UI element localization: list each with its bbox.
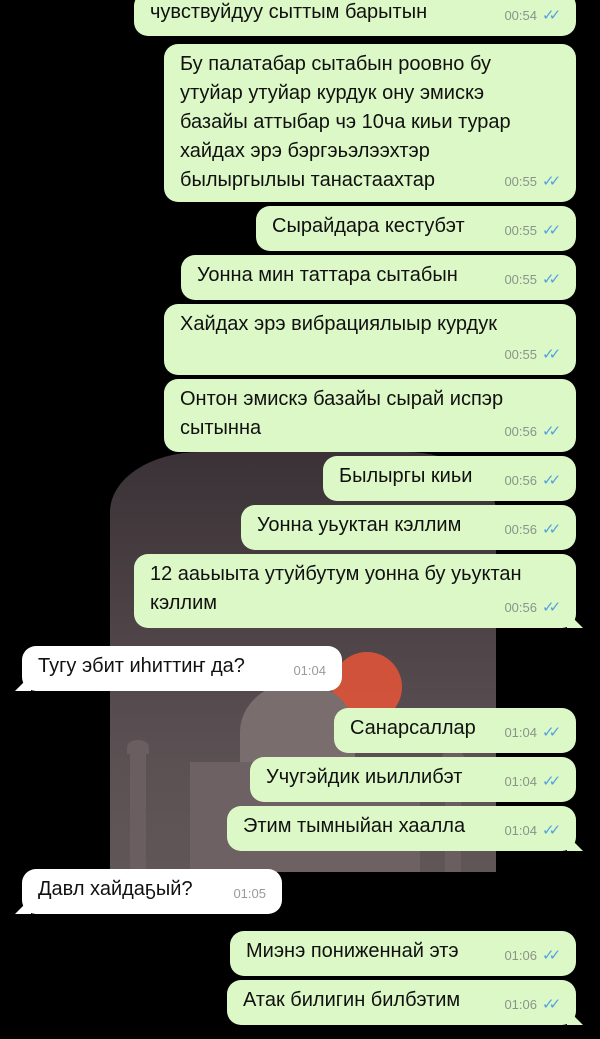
message-time: 00:56 xyxy=(504,600,537,615)
incoming-message[interactable]: Тугу эбит иhиттиҥ да? 01:04 xyxy=(22,646,342,691)
message-meta: 00:56 ✓✓ xyxy=(504,466,561,495)
read-double-check-icon: ✓✓ xyxy=(542,472,561,489)
message-time: 00:56 xyxy=(504,473,537,488)
message-time: 01:04 xyxy=(504,774,537,789)
message-time: 00:55 xyxy=(504,272,537,287)
outgoing-message[interactable]: Миэнэ пониженнай этэ 01:06 ✓✓ xyxy=(230,931,576,976)
read-double-check-icon: ✓✓ xyxy=(542,271,561,288)
message-meta: 00:55 ✓✓ xyxy=(504,216,561,245)
read-double-check-icon: ✓✓ xyxy=(542,599,561,616)
incoming-message[interactable]: Давл хайдаҕый? 01:05 xyxy=(22,869,282,914)
read-double-check-icon: ✓✓ xyxy=(542,822,561,839)
message-time: 01:04 xyxy=(504,823,537,838)
message-meta: 00:55 ✓✓ xyxy=(504,340,561,369)
message-meta: 00:56 ✓✓ xyxy=(504,515,561,544)
outgoing-message[interactable]: 12 ааьыыта утуйбутум уонна бу уьуктан кэ… xyxy=(134,554,576,628)
read-double-check-icon: ✓✓ xyxy=(542,423,561,440)
message-meta: 01:04 xyxy=(293,656,326,685)
read-double-check-icon: ✓✓ xyxy=(542,724,561,741)
read-double-check-icon: ✓✓ xyxy=(542,346,561,363)
message-meta: 00:55 ✓✓ xyxy=(504,167,561,196)
message-meta: 00:54 ✓✓ xyxy=(504,1,561,30)
message-meta: 01:05 xyxy=(233,879,266,908)
message-time: 01:04 xyxy=(293,663,326,678)
message-text: Бу палатабар сытабын роовно бу утуйар ут… xyxy=(180,53,511,191)
message-text: Хайдах эрэ вибрациялыыр курдук xyxy=(180,313,497,335)
message-time: 00:54 xyxy=(504,8,537,23)
message-text: 12 ааьыыта утуйбутум уонна бу уьуктан кэ… xyxy=(150,563,522,614)
outgoing-message[interactable]: Сырайдара кестубэт 00:55 ✓✓ xyxy=(256,206,576,251)
outgoing-message[interactable]: Этим тымныйан хаалла 01:04 ✓✓ xyxy=(227,806,576,851)
message-meta: 01:04 ✓✓ xyxy=(504,816,561,845)
message-text: Давл хайдаҕый? xyxy=(38,878,193,900)
outgoing-message[interactable]: Хайдах эрэ вибрациялыыр курдук 00:55 ✓✓ xyxy=(164,304,576,375)
message-time: 00:55 xyxy=(504,223,537,238)
outgoing-message[interactable]: Уонна мин таттара сытабын 00:55 ✓✓ xyxy=(181,255,576,300)
read-double-check-icon: ✓✓ xyxy=(542,996,561,1013)
message-meta: 01:06 ✓✓ xyxy=(504,990,561,1019)
message-meta: 00:55 ✓✓ xyxy=(504,265,561,294)
message-text: Тугу эбит иhиттиҥ да? xyxy=(38,655,245,677)
message-meta: 00:56 ✓✓ xyxy=(504,593,561,622)
message-time: 01:06 xyxy=(504,948,537,963)
read-double-check-icon: ✓✓ xyxy=(542,173,561,190)
read-double-check-icon: ✓✓ xyxy=(542,947,561,964)
outgoing-message[interactable]: Санарсаллар 01:04 ✓✓ xyxy=(334,708,576,753)
outgoing-message[interactable]: чувствуйдуу сыттым барытын 00:54 ✓✓ xyxy=(134,0,576,36)
message-time: 00:56 xyxy=(504,522,537,537)
message-time: 01:04 xyxy=(504,725,537,740)
outgoing-message[interactable]: Онтон эмискэ базайы сырай испэр сытынна … xyxy=(164,379,576,452)
wallpaper-minaret-left xyxy=(127,740,149,872)
message-time: 00:55 xyxy=(504,347,537,362)
message-time: 01:05 xyxy=(233,886,266,901)
message-meta: 01:06 ✓✓ xyxy=(504,941,561,970)
message-meta: 01:04 ✓✓ xyxy=(504,718,561,747)
message-meta: 00:56 ✓✓ xyxy=(504,417,561,446)
outgoing-message[interactable]: Учугэйдик иьиллибэт 01:04 ✓✓ xyxy=(250,757,576,802)
read-double-check-icon: ✓✓ xyxy=(542,7,561,24)
read-double-check-icon: ✓✓ xyxy=(542,521,561,538)
message-meta: 01:04 ✓✓ xyxy=(504,767,561,796)
message-text: чувствуйдуу сыттым барытын xyxy=(150,1,428,23)
message-time: 00:55 xyxy=(504,174,537,189)
read-double-check-icon: ✓✓ xyxy=(542,773,561,790)
message-time: 00:56 xyxy=(504,424,537,439)
outgoing-message[interactable]: Бу палатабар сытабын роовно бу утуйар ут… xyxy=(164,44,576,202)
read-double-check-icon: ✓✓ xyxy=(542,222,561,239)
outgoing-message[interactable]: Атак билигин билбэтим 01:06 ✓✓ xyxy=(227,980,576,1025)
message-time: 01:06 xyxy=(504,997,537,1012)
outgoing-message[interactable]: Уонна уьуктан кэллим 00:56 ✓✓ xyxy=(241,505,576,550)
message-text: Онтон эмискэ базайы сырай испэр сытынна xyxy=(180,388,504,439)
outgoing-message[interactable]: Былыргы киьи 00:56 ✓✓ xyxy=(323,456,576,501)
